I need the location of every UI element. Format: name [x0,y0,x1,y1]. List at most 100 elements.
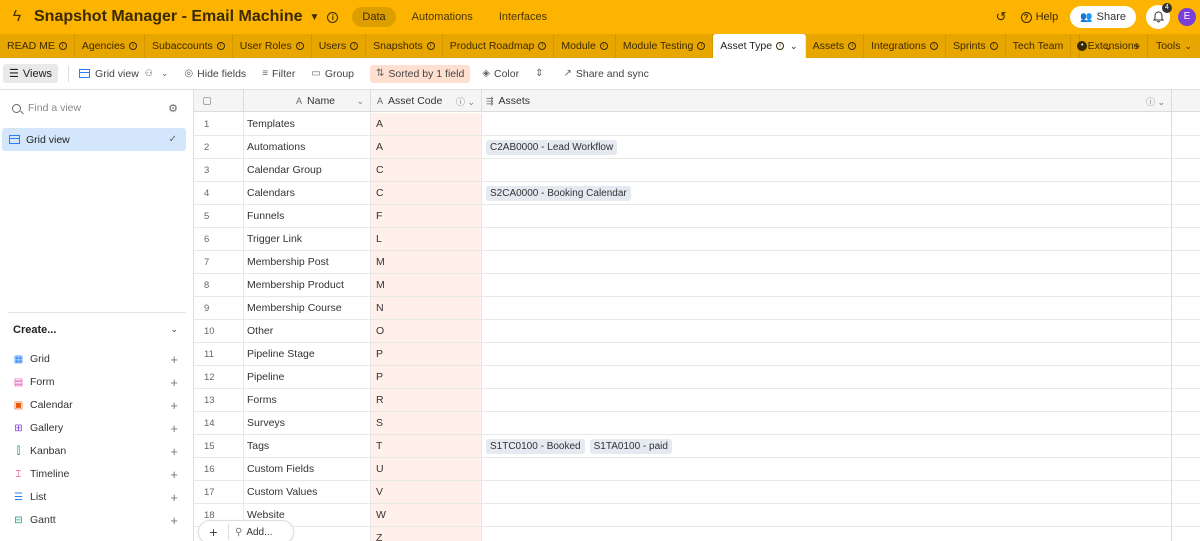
cell-asset-code[interactable]: L [371,228,482,250]
user-avatar[interactable]: E [1178,8,1196,26]
cell-assets[interactable] [482,366,1172,388]
cell-name[interactable]: Calendar Group [244,159,371,181]
base-bolt-icon[interactable]: ϟ [0,8,34,26]
cell-assets[interactable] [482,228,1172,250]
create-calendar[interactable]: ▣ Calendar + [13,398,178,413]
table-row[interactable]: 14 Surveys S [194,412,1200,435]
color-button[interactable]: ◈ Color [482,68,519,80]
tab-tech-team[interactable]: Tech Team [1006,34,1072,58]
row-height-button[interactable]: ⇕ [535,68,547,79]
tab-users[interactable]: Users i [312,34,367,58]
cell-name[interactable]: Membership Course [244,297,371,319]
sidebar-view-grid[interactable]: Grid view ✓ [2,128,186,151]
cell-assets[interactable] [482,481,1172,503]
cell-assets[interactable] [482,389,1172,411]
cell-asset-code[interactable]: T [371,435,482,457]
filter-button[interactable]: ≡ Filter [262,68,295,80]
tab-sprints[interactable]: Sprints i [946,34,1006,58]
base-title[interactable]: Snapshot Manager - Email Machine [34,8,303,26]
create-section-header[interactable]: Create... ⌄ [13,324,178,336]
cell-name[interactable]: Other [244,320,371,342]
create-list[interactable]: ☰ List + [13,490,178,505]
cell-assets[interactable] [482,113,1172,135]
nav-data[interactable]: Data [352,7,396,27]
tab-subaccounts[interactable]: Subaccounts i [145,34,233,58]
linked-record-chip[interactable]: S1TC0100 - Booked [486,438,585,454]
tab-agencies[interactable]: Agencies i [75,34,146,58]
cell-name[interactable]: Membership Product [244,274,371,296]
table-row[interactable]: 5 Funnels F [194,205,1200,228]
tab-asset-type[interactable]: Asset Type i ⌄ [713,34,806,58]
share-button[interactable]: 👥 Share [1070,6,1136,28]
table-row[interactable]: 6 Trigger Link L [194,228,1200,251]
tab-integrations[interactable]: Integrations i [864,34,946,58]
cell-asset-code[interactable]: Z [371,527,482,541]
table-row[interactable]: eferenceZ [194,527,1200,541]
cell-assets[interactable] [482,251,1172,273]
chevron-down-icon[interactable]: ⓘ ⌄ [1146,95,1165,108]
cell-name[interactable]: Templates [244,113,371,135]
add-options-button[interactable]: ⚲ Add... [229,527,272,538]
tab-snapshots[interactable]: Snapshots i [366,34,443,58]
create-grid[interactable]: ▦ Grid + [13,352,178,367]
cell-asset-code[interactable]: A [371,136,482,158]
create-kanban[interactable]: ⫿ Kanban + [13,444,178,459]
grid-view-switcher[interactable]: Grid view ⚇ ⌄ [79,68,168,80]
table-row[interactable]: 11 Pipeline Stage P [194,343,1200,366]
cell-name[interactable]: Custom Values [244,481,371,503]
table-row[interactable]: 15 Tags T S1TC0100 - Booked S1TA0100 - paid [194,435,1200,458]
cell-asset-code[interactable]: P [371,343,482,365]
cell-name[interactable]: Forms [244,389,371,411]
cell-name[interactable]: Tags [244,435,371,457]
cell-name[interactable]: Trigger Link [244,228,371,250]
chevron-down-icon[interactable]: ⌄ [790,41,798,52]
cell-assets[interactable] [482,527,1172,541]
create-timeline[interactable]: ⌶ Timeline + [13,467,179,482]
tab-user-roles[interactable]: User Roles i [233,34,312,58]
nav-interfaces[interactable]: Interfaces [489,7,557,27]
cell-assets[interactable] [482,320,1172,342]
table-row[interactable]: 12 Pipeline P [194,366,1200,389]
cell-asset-code[interactable]: N [371,297,482,319]
tab-product-roadmap[interactable]: Product Roadmap i [443,34,555,58]
tools-button[interactable]: Tools ⌄ [1146,34,1200,58]
find-view-search[interactable]: Find a view ⚙ [12,102,184,115]
cell-name[interactable]: Pipeline Stage [244,343,371,365]
nav-automations[interactable]: Automations [402,7,483,27]
tab-module-testing[interactable]: Module Testing i [616,34,714,58]
cell-name[interactable]: Automations [244,136,371,158]
cell-name[interactable]: Funnels [244,205,371,227]
cell-asset-code[interactable]: M [371,274,482,296]
table-row[interactable]: 18 Website W [194,504,1200,527]
cell-asset-code[interactable]: R [371,389,482,411]
table-row[interactable]: 13 Forms R [194,389,1200,412]
tab-assets[interactable]: Assets i [806,34,865,58]
cell-asset-code[interactable]: C [371,159,482,181]
table-row[interactable]: 16 Custom Fields U [194,458,1200,481]
linked-record-chip[interactable]: S2CA0000 - Booking Calendar [486,185,631,201]
tab-module[interactable]: Module i [554,34,616,58]
table-row[interactable]: 10 Other O [194,320,1200,343]
column-header-assets[interactable]: ⇶ Assets ⓘ ⌄ [482,90,1172,112]
add-record-bar[interactable]: + ⚲ Add... [198,520,294,541]
cell-asset-code[interactable]: C [371,182,482,204]
table-row[interactable]: 1 Templates A [194,113,1200,136]
cell-assets[interactable]: S2CA0000 - Booking Calendar [482,182,1172,204]
cell-assets[interactable] [482,504,1172,526]
cell-name[interactable]: Calendars [244,182,371,204]
cell-name[interactable]: Custom Fields [244,458,371,480]
table-row[interactable]: 17 Custom Values V [194,481,1200,504]
cell-name[interactable]: Pipeline [244,366,371,388]
cell-asset-code[interactable]: F [371,205,482,227]
table-row[interactable]: 7 Membership Post M [194,251,1200,274]
cell-asset-code[interactable]: V [371,481,482,503]
base-menu-chevron-icon[interactable]: ▼ [310,12,320,23]
table-row[interactable]: 3 Calendar Group C [194,159,1200,182]
cell-assets[interactable] [482,205,1172,227]
cell-asset-code[interactable]: U [371,458,482,480]
views-toggle-button[interactable]: ☰ Views [3,64,59,83]
extensions-button[interactable]: Extensions [1078,34,1147,58]
column-header-name[interactable]: A Name ⌄ [244,90,371,112]
cell-assets[interactable]: S1TC0100 - Booked S1TA0100 - paid [482,435,1172,457]
info-icon[interactable]: i [327,11,339,23]
